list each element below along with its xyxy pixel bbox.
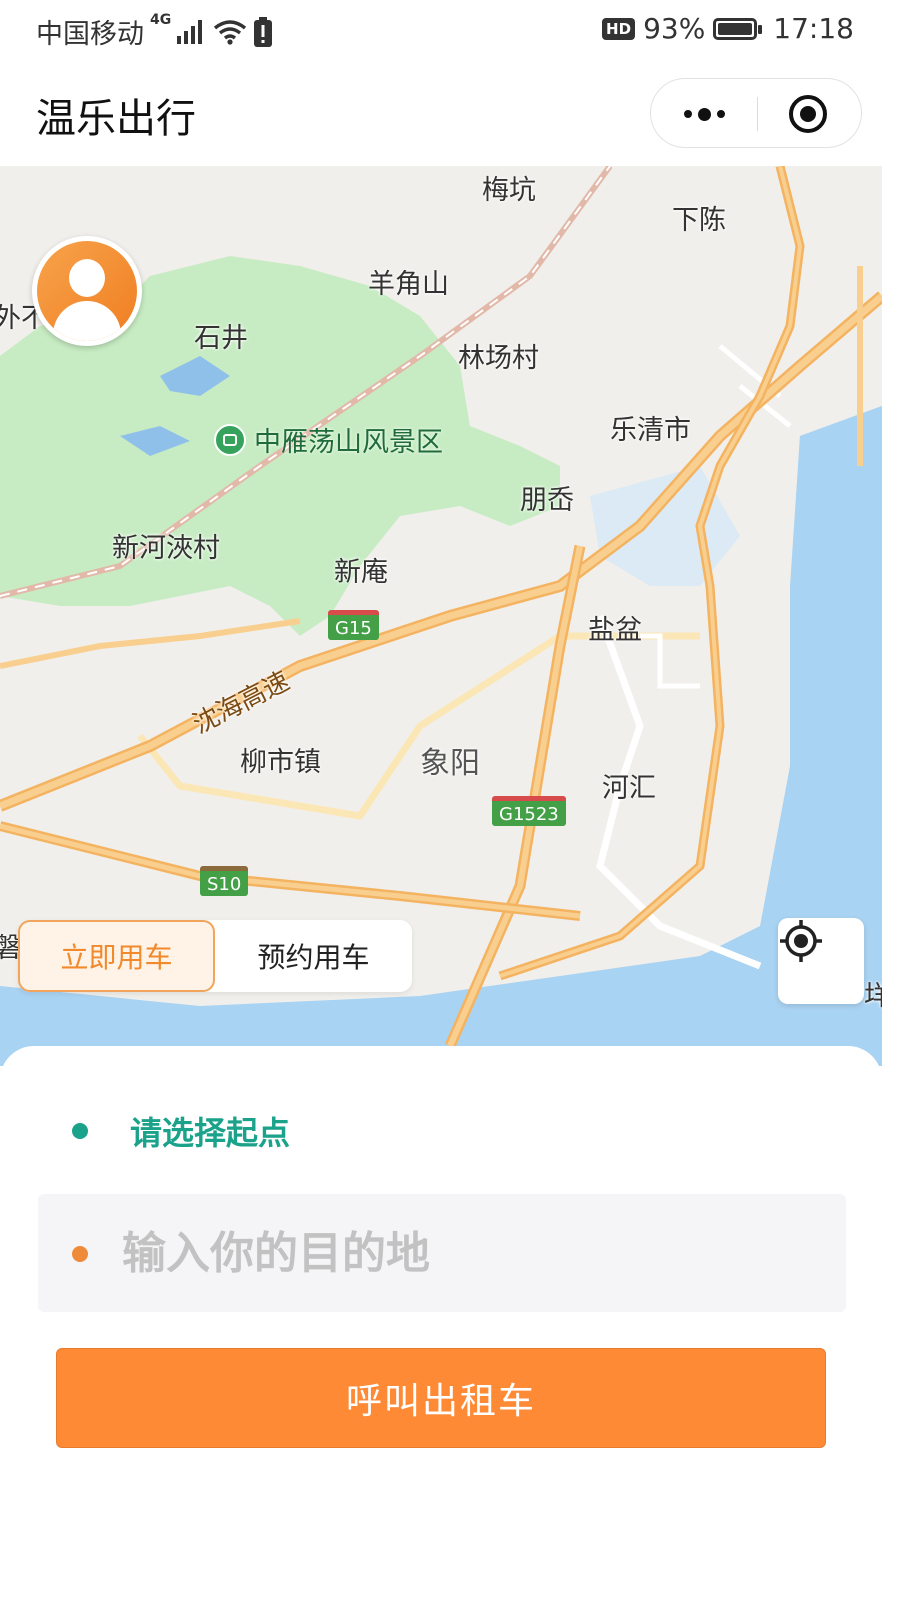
crosshair-location-icon bbox=[780, 920, 822, 962]
origin-selector[interactable]: 请选择起点 bbox=[72, 1108, 290, 1154]
target-close-icon bbox=[789, 95, 827, 133]
call-taxi-button[interactable]: 呼叫出租车 bbox=[56, 1348, 826, 1448]
more-dots-icon bbox=[683, 110, 692, 118]
road-shield-g1523: G1523 bbox=[492, 796, 566, 826]
wifi-icon bbox=[214, 19, 247, 45]
place-meikeng: 梅坑 bbox=[482, 175, 536, 206]
ride-mode-tabs: 立即用车 预约用车 bbox=[18, 920, 412, 992]
poi-scenic-area[interactable]: 中雁荡山风景区 bbox=[214, 420, 443, 459]
signal-icon bbox=[177, 19, 203, 44]
destination-dot-icon bbox=[72, 1246, 88, 1262]
poi-scenic-label: 中雁荡山风景区 bbox=[254, 427, 443, 458]
locate-me-button[interactable] bbox=[778, 918, 864, 1004]
place-linchangcun: 林场村 bbox=[458, 343, 539, 374]
tab-ride-reserve[interactable]: 预约用车 bbox=[215, 920, 412, 992]
status-bar: 中国移动 4G HD 93% 17:18 bbox=[0, 0, 900, 62]
user-avatar-button[interactable] bbox=[32, 236, 142, 346]
place-xiachen: 下陈 bbox=[672, 205, 726, 236]
more-button[interactable] bbox=[651, 79, 757, 149]
camera-icon bbox=[214, 423, 246, 456]
place-yangjiaoshan: 羊角山 bbox=[368, 269, 449, 300]
place-xiangyang: 象阳 bbox=[420, 746, 480, 781]
place-liushizhen: 柳市镇 bbox=[240, 747, 321, 778]
place-yueqingshi: 乐清市 bbox=[610, 415, 691, 446]
destination-input[interactable] bbox=[122, 1214, 822, 1292]
place-hehui: 河汇 bbox=[602, 773, 656, 804]
user-avatar-icon bbox=[37, 241, 137, 341]
clock: 17:18 bbox=[773, 12, 854, 45]
origin-placeholder: 请选择起点 bbox=[130, 1114, 291, 1152]
place-xinhejiacun: 新河浹村 bbox=[112, 533, 220, 564]
battery-fill bbox=[718, 22, 752, 35]
road-shield-s10: S10 bbox=[200, 866, 249, 896]
status-right: HD 93% 17:18 bbox=[602, 12, 854, 45]
place-pengdai: 朋岙 bbox=[520, 485, 574, 516]
more-dots-icon-right bbox=[716, 110, 725, 118]
destination-field[interactable] bbox=[38, 1194, 846, 1312]
place-xinan: 新庵 bbox=[334, 557, 388, 588]
road-shield-g15: G15 bbox=[328, 610, 379, 640]
app-header: 温乐出行 bbox=[0, 62, 900, 166]
close-miniprogram-button[interactable] bbox=[755, 79, 861, 149]
origin-dot-icon bbox=[72, 1123, 88, 1139]
status-left: 中国移动 4G bbox=[36, 12, 273, 51]
tab-ride-now[interactable]: 立即用车 bbox=[18, 920, 215, 992]
alert-battery-icon bbox=[254, 16, 273, 47]
more-dots-icon-center bbox=[697, 107, 711, 121]
hd-badge: HD bbox=[602, 17, 636, 40]
map-view[interactable]: 梅坑 下陈 外不 羊角山 石井 林场村 乐清市 中雁荡山风景区 朋岙 新河浹村 … bbox=[0, 166, 882, 1066]
place-shijing: 石井 bbox=[194, 323, 248, 354]
place-edge-right: 垟 bbox=[864, 981, 882, 1012]
miniprogram-capsule bbox=[650, 78, 862, 148]
place-yanpen: 盐盆 bbox=[588, 615, 642, 646]
battery-percent: 93% bbox=[643, 12, 706, 45]
network-type-label: 4G bbox=[150, 12, 172, 28]
battery-icon bbox=[713, 17, 763, 40]
ride-request-panel: 请选择起点 呼叫出租车 bbox=[0, 1046, 882, 1600]
app-title: 温乐出行 bbox=[36, 96, 196, 142]
right-edge-strip bbox=[882, 166, 900, 1046]
carrier-label: 中国移动 bbox=[36, 19, 144, 50]
